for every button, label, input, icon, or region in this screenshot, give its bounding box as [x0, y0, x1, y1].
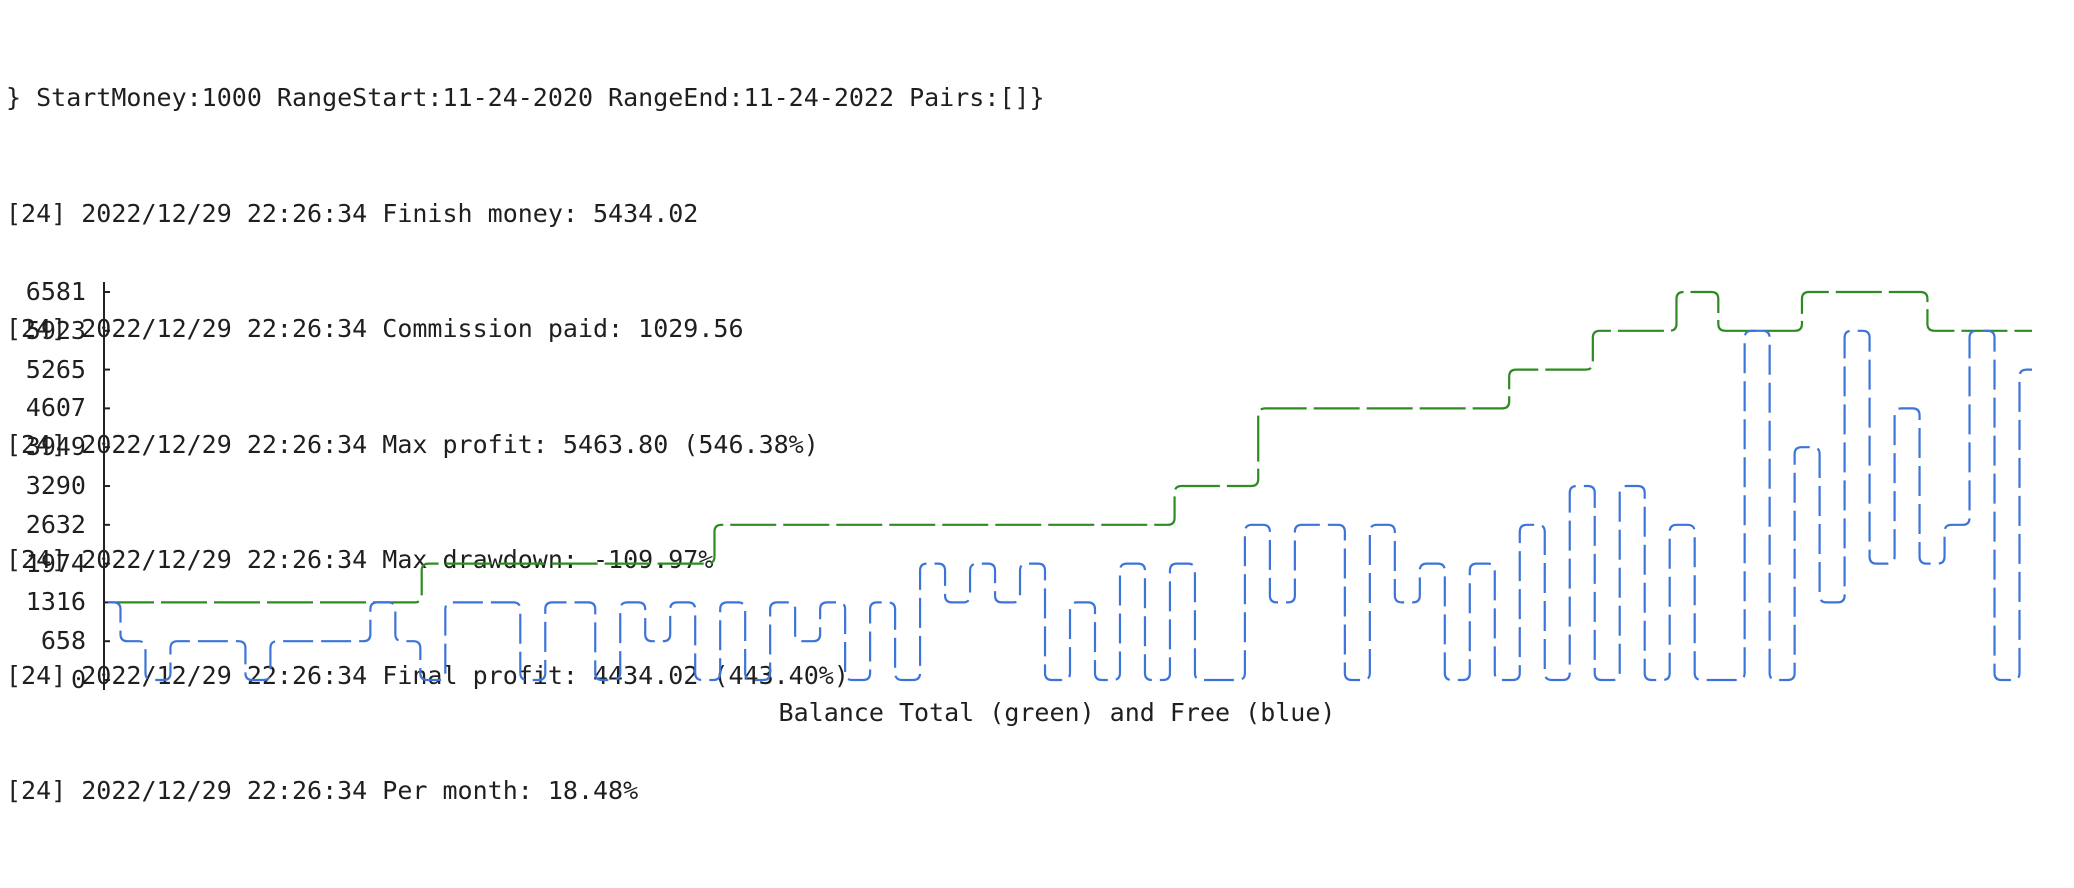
series-total-line	[108, 290, 2032, 604]
log-line: [24] 2022/12/29 22:26:34 Finish money: 5…	[6, 198, 699, 228]
log-line: [24] 2022/12/29 22:26:34 Per month: 18.4…	[6, 776, 639, 805]
terminal-window: } StartMoney:1000 RangeStart:11-24-2020 …	[0, 0, 2074, 805]
chart-caption: Balance Total (green) and Free (blue)	[778, 698, 1336, 727]
series-free-line	[108, 329, 2032, 682]
chart-plot-area	[103, 282, 2032, 690]
log-line: } StartMoney:1000 RangeStart:11-24-2020 …	[6, 83, 1045, 112]
balance-chart: 6581 5923 5265 4607 3949 3290 2632 1974 …	[0, 270, 2074, 694]
